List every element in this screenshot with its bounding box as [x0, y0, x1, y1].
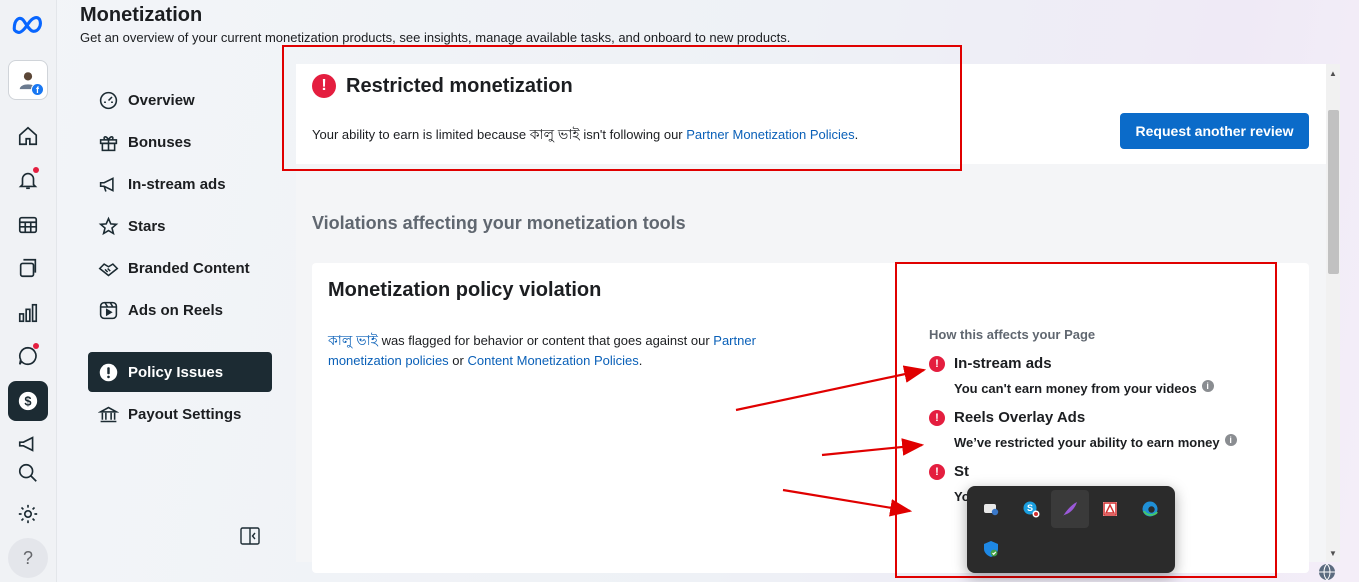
system-tray-popup: S: [967, 486, 1175, 573]
skype-icon[interactable]: S: [1012, 490, 1050, 528]
edge-icon[interactable]: [1131, 490, 1169, 528]
svg-text:S: S: [1027, 503, 1033, 513]
pdf-icon[interactable]: [1091, 490, 1129, 528]
shield-icon[interactable]: [972, 530, 1010, 568]
feather-icon[interactable]: [1051, 490, 1089, 528]
feedback-hub-icon[interactable]: [972, 490, 1010, 528]
